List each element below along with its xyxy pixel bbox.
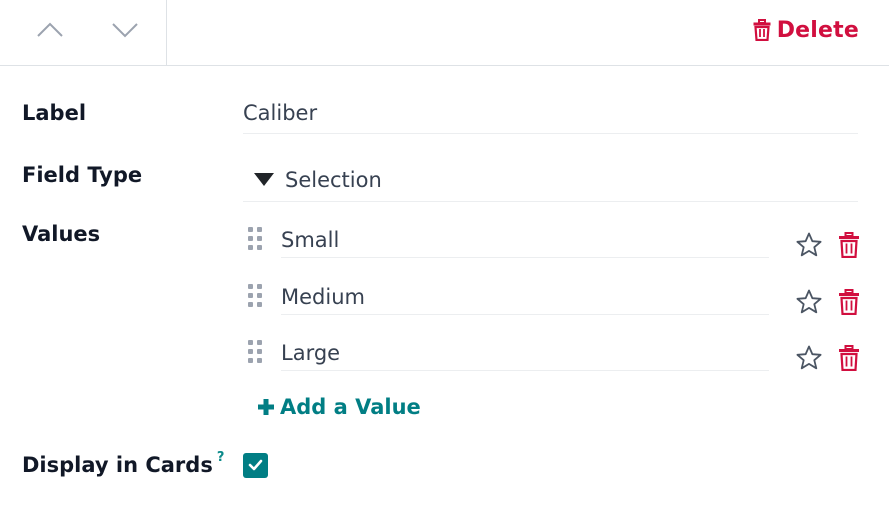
- value-input[interactable]: Medium: [281, 276, 769, 315]
- help-tooltip-icon[interactable]: ?: [217, 450, 225, 465]
- delete-button[interactable]: Delete: [753, 15, 859, 45]
- delete-value-icon[interactable]: [838, 345, 860, 371]
- form-toolbar: Delete: [0, 0, 889, 66]
- star-icon[interactable]: [796, 232, 822, 258]
- values-field-label: Values: [22, 222, 101, 246]
- star-icon[interactable]: [796, 345, 822, 371]
- star-icon[interactable]: [796, 289, 822, 315]
- add-value-label: Add a Value: [280, 395, 421, 419]
- delete-value-icon[interactable]: [838, 232, 860, 258]
- plus-icon: [258, 399, 274, 415]
- value-input[interactable]: Small: [281, 219, 769, 258]
- field-type-value: Selection: [285, 167, 382, 192]
- caret-down-icon: [254, 172, 274, 186]
- value-row: Small: [243, 219, 863, 261]
- drag-handle-icon[interactable]: [248, 340, 264, 364]
- label-input[interactable]: Caliber: [243, 96, 858, 134]
- field-type-label: Field Type: [22, 163, 143, 187]
- drag-handle-icon[interactable]: [248, 227, 264, 251]
- display-in-cards-label: Display in Cards?: [22, 450, 225, 477]
- value-row: Medium: [243, 276, 863, 318]
- checkmark-icon: [248, 459, 263, 471]
- field-type-select[interactable]: Selection: [243, 158, 858, 202]
- trash-icon: [753, 19, 771, 41]
- delete-label: Delete: [776, 17, 859, 43]
- value-row: Large: [243, 332, 863, 374]
- add-value-button[interactable]: Add a Value: [257, 395, 421, 419]
- label-field-label: Label: [22, 101, 87, 125]
- drag-handle-icon[interactable]: [248, 284, 264, 308]
- previous-record-button[interactable]: [33, 16, 67, 44]
- display-in-cards-text: Display in Cards: [22, 453, 213, 477]
- record-navigation: [0, 0, 167, 66]
- next-record-button[interactable]: [108, 16, 142, 44]
- display-in-cards-checkbox[interactable]: [243, 453, 268, 478]
- delete-value-icon[interactable]: [838, 289, 860, 315]
- value-input[interactable]: Large: [281, 332, 769, 371]
- chevron-down-icon: [112, 23, 138, 38]
- chevron-up-icon: [37, 22, 63, 37]
